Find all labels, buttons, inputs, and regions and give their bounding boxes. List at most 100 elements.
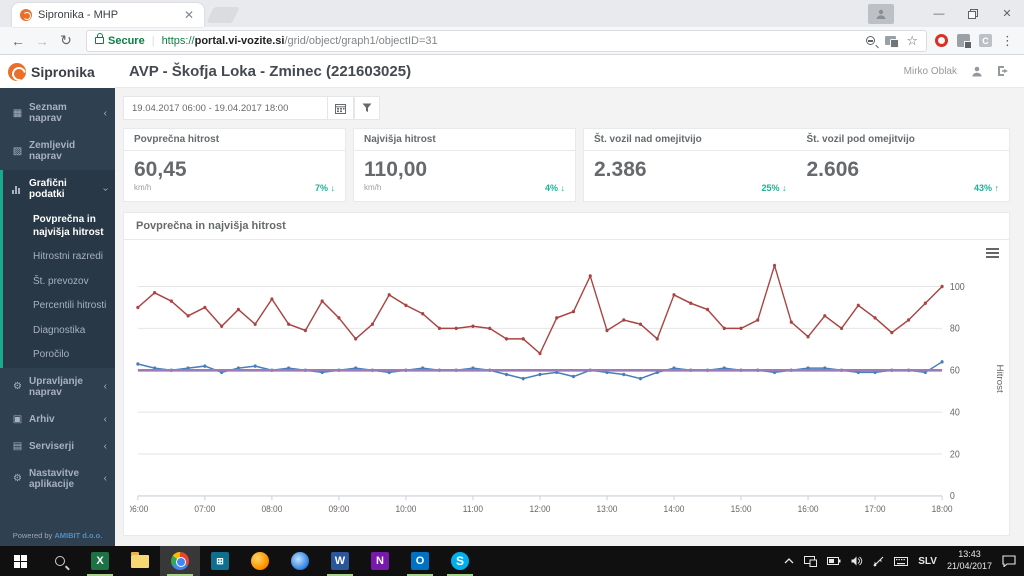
taskbar-clock[interactable]: 13:43 21/04/2017 (947, 549, 992, 572)
taskbar-firefox[interactable] (240, 546, 280, 576)
window-close-button[interactable]: ✕ (990, 0, 1024, 27)
sidebar-item-label: Grafični podatki (29, 178, 67, 200)
taskbar-word[interactable]: W (320, 546, 360, 576)
start-button[interactable] (0, 546, 40, 576)
card-vozila-panel: Št. vozil nad omejitvijo Št. vozil pod o… (583, 128, 1010, 202)
sipronika-favicon (20, 9, 32, 21)
sign-out-icon[interactable] (997, 65, 1010, 77)
gears-icon: ⚙ (13, 473, 22, 484)
reload-button[interactable]: ↻ (54, 29, 78, 53)
sidebar-item-arhiv[interactable]: ▣ Arhiv ‹ (0, 406, 115, 433)
tray-keyboard-icon[interactable] (894, 556, 909, 566)
sidebar-subitem-hitrostni-razredi[interactable]: Hitrostni razredi (3, 245, 115, 270)
extension-badge-icon[interactable] (957, 34, 972, 49)
card-delta: 25% ↓ (761, 183, 786, 193)
card-value: 60,45 (134, 158, 187, 181)
delta-value: 7% (314, 183, 328, 193)
sidebar-item-label: Seznam naprav (29, 102, 67, 124)
sidebar-item-seznam-naprav[interactable]: ▦ Seznam naprav ‹ (0, 94, 115, 132)
tab-close-icon[interactable]: ✕ (182, 8, 196, 22)
map-icon: ▨ (12, 145, 23, 157)
tray-chevron-up-icon[interactable] (784, 558, 794, 564)
sidebar-subitem-porocilo[interactable]: Poročilo (3, 343, 115, 368)
chevron-left-icon: ‹ (103, 473, 107, 484)
language-indicator[interactable]: SLV (918, 556, 937, 567)
browser-toolbar: ← → ↻ Secure | https://portal.vi-vozite.… (0, 27, 1024, 55)
forward-button[interactable]: → (30, 29, 54, 53)
sidebar-item-label: Serviserji (29, 440, 75, 452)
chart-panel: Povprečna in najvišja hitrost 0 20 40 60 80 1… (123, 212, 1010, 536)
card-label: Povprečna hitrost (124, 129, 345, 151)
sidebar-item-serviserji[interactable]: ▤ Serviserji ‹ (0, 433, 115, 460)
card-body: 110,00 km/h 4% ↓ (354, 151, 575, 201)
chart-menu-icon[interactable] (986, 248, 999, 260)
main-area: AVP - Škofja Loka - Zminec (221603025) M… (115, 55, 1024, 546)
bookmark-star-icon[interactable]: ☆ (906, 33, 918, 49)
logo-text: Sipronika (31, 63, 95, 80)
filter-button[interactable] (354, 96, 380, 120)
translate-icon[interactable] (885, 36, 900, 48)
extension-c-icon[interactable]: C (979, 34, 992, 47)
tab-title: Sipronika - MHP (38, 9, 119, 21)
calendar-icon: ▤ (12, 440, 23, 452)
svg-text:09:00: 09:00 (328, 504, 349, 514)
powered-by-brand[interactable]: AMIBIT d.o.o. (54, 531, 102, 540)
taskbar-skype[interactable]: S (440, 546, 480, 576)
svg-text:Hitrost: Hitrost (995, 365, 1004, 394)
taskbar-outlook[interactable]: O (400, 546, 440, 576)
bar-chart-icon (12, 185, 23, 194)
zoom-icon[interactable] (866, 36, 876, 45)
date-range-input[interactable]: 19.04.2017 06:00 - 19.04.2017 18:00 (123, 96, 328, 120)
tray-volume-icon[interactable] (851, 556, 863, 566)
sidebar-item-graficni-podatki[interactable]: Grafični podatki ‹ (3, 170, 115, 208)
new-tab-button[interactable] (206, 7, 240, 23)
taskbar-onenote[interactable]: N (360, 546, 400, 576)
svg-text:100: 100 (950, 281, 965, 291)
address-bar[interactable]: Secure | https://portal.vi-vozite.si/gri… (86, 29, 927, 52)
taskbar-google-earth[interactable] (280, 546, 320, 576)
tray-display-icon[interactable] (804, 555, 818, 567)
url-path: /grid/object/graph1/objectID=31 (284, 34, 438, 47)
taskbar-search-button[interactable] (40, 546, 80, 576)
chart-area: 0 20 40 60 80 100 06:00 07:00 08:00 09:00 10:00 11:… (124, 240, 1009, 535)
sidebar-item-upravljanje-naprav[interactable]: ⚙ Upravljanje naprav ‹ (0, 368, 115, 406)
taskbar-excel[interactable]: X (80, 546, 120, 576)
filter-icon (362, 103, 372, 112)
url-host: portal.vi-vozite.si (194, 34, 285, 47)
app-window: Sipronika ▦ Seznam naprav ‹ ▨ Zemljevid … (0, 55, 1024, 546)
sidebar-item-zemljevid-naprav[interactable]: ▨ Zemljevid naprav (0, 132, 115, 170)
gear-icon: ⚙ (13, 381, 22, 392)
svg-text:80: 80 (950, 323, 960, 333)
svg-text:13:00: 13:00 (597, 504, 618, 514)
excel-icon: X (91, 552, 109, 570)
browser-profile-avatar[interactable] (868, 3, 894, 24)
action-center-icon[interactable] (1002, 555, 1016, 567)
svg-text:14:00: 14:00 (664, 504, 685, 514)
window-minimize-button[interactable]: — (922, 0, 956, 27)
sidebar-group-graficni-podatki: Grafični podatki ‹ Povprečna in najvišja… (0, 170, 115, 368)
sidebar-item-nastavitve-aplikacije[interactable]: ⚙ Nastavitve aplikacije ‹ (0, 460, 115, 498)
sidebar-subitem-povprecna-hitrost[interactable]: Povprečna in najvišja hitrost (3, 208, 115, 245)
browser-menu-icon[interactable]: ⋮ (1001, 33, 1014, 49)
outlook-icon: O (411, 552, 429, 570)
sidebar-subitem-percentili-hitrosti[interactable]: Percentili hitrosti (3, 294, 115, 319)
chevron-left-icon: ‹ (103, 107, 107, 119)
delta-value: 25% (761, 183, 780, 193)
sidebar-subitem-st-prevozov[interactable]: Št. prevozov (3, 270, 115, 295)
calendar-button[interactable] (328, 96, 354, 120)
taskbar-file-explorer[interactable] (120, 546, 160, 576)
user-icon[interactable] (971, 65, 983, 77)
browser-tab[interactable]: Sipronika - MHP ✕ (12, 3, 204, 27)
tray-usb-icon[interactable] (873, 556, 884, 567)
sidebar-subitem-diagnostika[interactable]: Diagnostika (3, 319, 115, 344)
window-maximize-button[interactable] (956, 0, 990, 27)
extension-opera-icon[interactable] (935, 34, 948, 47)
taskbar-chrome[interactable] (160, 546, 200, 576)
page-header: AVP - Škofja Loka - Zminec (221603025) M… (115, 55, 1024, 88)
card-vozila-nad: 2.386 25% ↓ (584, 151, 797, 201)
tray-battery-icon[interactable] (827, 557, 841, 565)
app-logo[interactable]: Sipronika (0, 55, 115, 88)
back-button[interactable]: ← (6, 29, 30, 53)
taskbar-store[interactable]: ⊞ (200, 546, 240, 576)
svg-text:40: 40 (950, 407, 960, 417)
